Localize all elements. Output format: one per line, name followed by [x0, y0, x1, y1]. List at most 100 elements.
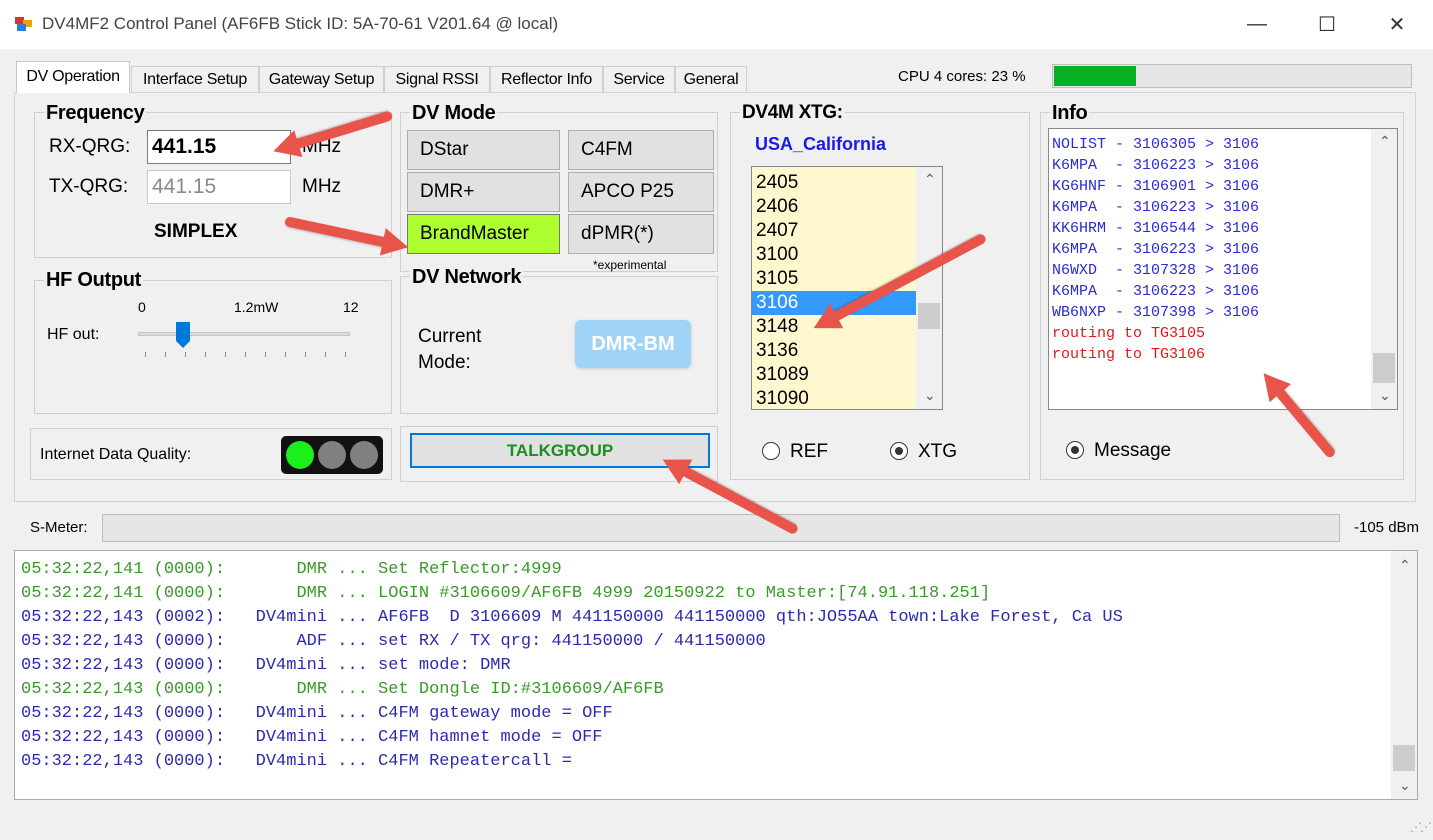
log-line: 05:32:22,141 (0000): DMR ... Set Reflect… — [21, 560, 562, 579]
tx-qrg-input[interactable]: 441.15 — [147, 170, 291, 204]
mode-c4fm-button[interactable]: C4FM — [568, 130, 714, 170]
xtg-list-item[interactable]: 2405 — [752, 171, 916, 195]
quality-led-gray-1 — [318, 441, 346, 469]
cpu-progress-fill — [1054, 66, 1136, 86]
cpu-label: CPU 4 cores: 23 % — [898, 68, 1026, 85]
tab-interface-setup[interactable]: Interface Setup — [131, 66, 259, 92]
xtg-scrollbar[interactable]: ⌃ ⌄ — [916, 167, 942, 409]
tab-service[interactable]: Service — [603, 66, 675, 92]
hf-scale-mid: 1.2mW — [234, 299, 279, 315]
experimental-note: *experimental — [593, 258, 667, 272]
info-line: K6MPA - 3106223 > 3106 — [1052, 241, 1260, 258]
info-title: Info — [1050, 102, 1090, 125]
quality-led-green — [286, 441, 314, 469]
maximize-button[interactable]: ☐ — [1292, 0, 1362, 48]
ref-radio-label: REF — [790, 441, 828, 462]
hf-slider-tick — [325, 352, 326, 357]
frequency-title: Frequency — [44, 102, 147, 125]
xtg-list-item[interactable]: 3100 — [752, 243, 916, 267]
tab-dv-operation[interactable]: DV Operation — [16, 61, 130, 93]
info-scrollbar[interactable]: ⌃ ⌄ — [1371, 129, 1397, 409]
mode-dstar-button[interactable]: DStar — [407, 130, 560, 170]
info-line: K6MPA - 3106223 > 3106 — [1052, 283, 1260, 300]
message-radio[interactable] — [1066, 441, 1084, 459]
xtg-region-label: USA_California — [755, 134, 887, 154]
xtg-list-item[interactable]: 31089 — [752, 363, 916, 387]
tab-gateway-setup[interactable]: Gateway Setup — [259, 66, 384, 92]
rx-qrg-label: RX-QRG: — [49, 136, 131, 157]
hf-scale-max: 12 — [343, 299, 359, 315]
scroll-down-icon[interactable]: ⌄ — [1399, 777, 1411, 794]
log-line: 05:32:22,141 (0000): DMR ... LOGIN #3106… — [21, 584, 991, 603]
traffic-light-icon — [281, 436, 383, 474]
info-line: K6MPA - 3106223 > 3106 — [1052, 199, 1260, 216]
current-label-2: Mode: — [418, 352, 471, 373]
log-lines: 05:32:22,141 (0000): DMR ... Set Reflect… — [21, 558, 1391, 774]
hf-slider-tick — [245, 352, 246, 357]
info-scroll-thumb[interactable] — [1373, 353, 1395, 383]
log-scroll-thumb[interactable] — [1393, 745, 1415, 771]
close-button[interactable]: ✕ — [1362, 0, 1432, 48]
minimize-button[interactable]: — — [1222, 0, 1292, 48]
info-lines: NOLIST - 3106305 > 3106 K6MPA - 3106223 >… — [1052, 134, 1370, 365]
smeter-value: -105 dBm — [1354, 519, 1420, 536]
xtg-listbox[interactable]: 2405 2406 2407 3100 3105 3106 3148 3136 31089 310… — [751, 166, 943, 410]
log-line: 05:32:22,143 (0000): DMR ... Set Dongle … — [21, 680, 664, 699]
mode-dpmr-button[interactable]: dPMR(*) — [568, 214, 714, 254]
tab-reflector-info[interactable]: Reflector Info — [490, 66, 603, 92]
window-title: DV4MF2 Control Panel (AF6FB Stick ID: 5A… — [42, 14, 559, 33]
hf-slider-tick — [265, 352, 266, 357]
xtg-radio[interactable] — [890, 442, 908, 460]
ref-radio[interactable] — [762, 442, 780, 460]
info-line: routing to TG3106 — [1052, 346, 1206, 363]
scroll-up-icon[interactable]: ⌃ — [1379, 133, 1391, 150]
hf-scale-min: 0 — [138, 299, 146, 315]
xtg-list-item[interactable]: 3136 — [752, 339, 916, 363]
log-line: 05:32:22,143 (0002): DV4mini ... AF6FB D… — [21, 608, 1123, 627]
mode-brandmaster-button[interactable]: BrandMaster — [407, 214, 560, 254]
xtg-list-item[interactable]: 2406 — [752, 195, 916, 219]
hf-output-group — [34, 280, 392, 414]
xtg-list-item[interactable]: 31090 — [752, 387, 916, 409]
info-line: KK6HRM - 3106544 > 3106 — [1052, 220, 1260, 237]
scroll-up-icon[interactable]: ⌃ — [1399, 557, 1411, 574]
resize-grip-icon[interactable]: ⋰⋰ — [1410, 820, 1432, 834]
minimize-icon: — — [1247, 12, 1267, 35]
rx-qrg-input[interactable]: 441.15 — [147, 130, 291, 164]
message-radio-label: Message — [1094, 440, 1172, 461]
info-textbox[interactable]: NOLIST - 3106305 > 3106 K6MPA - 3106223 >… — [1048, 128, 1398, 410]
close-icon: ✕ — [1388, 13, 1406, 36]
log-scrollbar[interactable]: ⌃ ⌄ — [1391, 551, 1417, 799]
scroll-down-icon[interactable]: ⌄ — [924, 387, 936, 404]
cpu-progress-bar — [1052, 64, 1412, 88]
dv-network-title: DV Network — [410, 266, 524, 289]
simplex-label: SIMPLEX — [154, 221, 238, 242]
tab-signal-rssi[interactable]: Signal RSSI — [384, 66, 490, 92]
scroll-down-icon[interactable]: ⌄ — [1379, 387, 1391, 404]
log-line: 05:32:22,143 (0000): DV4mini ... C4FM ha… — [21, 728, 603, 747]
quality-led-gray-2 — [350, 441, 378, 469]
current-label-1: Current — [418, 326, 482, 347]
maximize-icon: ☐ — [1318, 13, 1336, 36]
scroll-up-icon[interactable]: ⌃ — [924, 171, 936, 188]
hf-out-label: HF out: — [47, 326, 100, 343]
hf-slider-tick — [185, 352, 186, 357]
xtg-scroll-thumb[interactable] — [918, 303, 940, 329]
xtg-title: DV4M XTG: — [740, 102, 845, 124]
tab-general[interactable]: General — [675, 66, 747, 92]
hf-slider-thumb[interactable] — [176, 322, 191, 348]
dv-mode-title: DV Mode — [410, 102, 498, 125]
xtg-list-item[interactable]: 2407 — [752, 219, 916, 243]
info-line: K6MPA - 3106223 > 3106 — [1052, 157, 1260, 174]
app-icon — [14, 14, 34, 34]
log-textbox[interactable]: 05:32:22,141 (0000): DMR ... Set Reflect… — [14, 550, 1418, 800]
log-line: 05:32:22,143 (0000): DV4mini ... set mod… — [21, 656, 511, 675]
tx-unit-label: MHz — [302, 176, 342, 197]
hf-slider-tick — [305, 352, 306, 357]
mode-dmr-plus-button[interactable]: DMR+ — [407, 172, 560, 212]
hf-slider-tick — [145, 352, 146, 357]
hf-slider-track[interactable] — [138, 332, 350, 336]
smeter-bar — [102, 514, 1340, 542]
mode-apco-p25-button[interactable]: APCO P25 — [568, 172, 714, 212]
current-mode-badge: DMR-BM — [575, 320, 691, 368]
